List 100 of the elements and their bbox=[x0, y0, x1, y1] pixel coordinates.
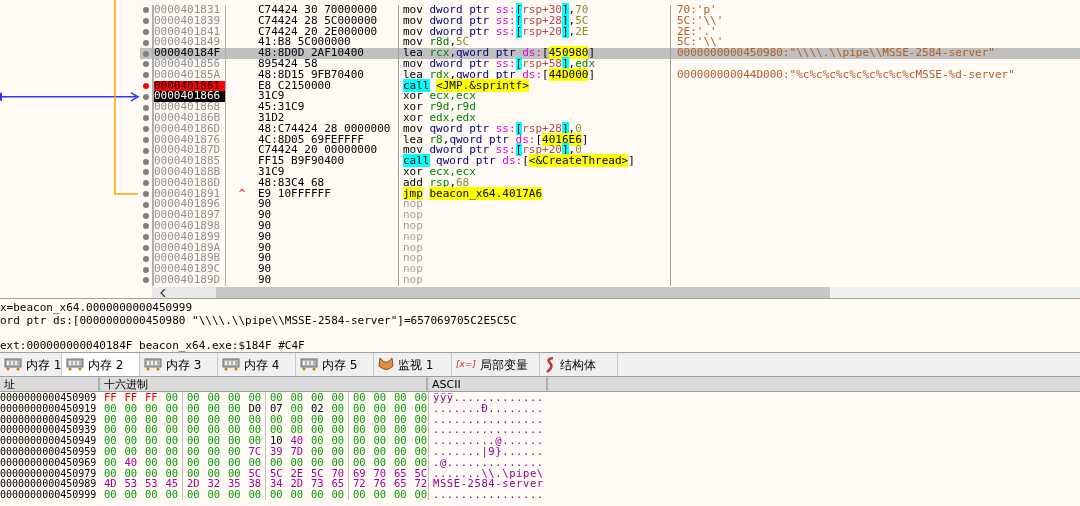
hex-byte: 00 bbox=[351, 413, 367, 425]
comment-text: 0000000000450980:"\\\\.\\pipe\\MSSE-2584-server" bbox=[677, 46, 995, 60]
hex-byte: 00 bbox=[206, 489, 222, 500]
address-text: 0000401831 bbox=[154, 5, 222, 16]
hex-byte: 00 bbox=[206, 424, 222, 436]
disasm-row[interactable]: 000040189C 90 nop bbox=[0, 264, 1080, 275]
column-header[interactable]: ASCII bbox=[428, 377, 548, 391]
hex-byte: 00 bbox=[392, 392, 408, 403]
hex-byte: 00 bbox=[372, 435, 388, 446]
hex-byte: 00 bbox=[102, 467, 118, 479]
hex-byte: 00 bbox=[206, 435, 222, 446]
hex-byte: 70 bbox=[372, 467, 388, 479]
instruction-text: nop bbox=[403, 199, 423, 211]
hex-byte: 00 bbox=[143, 467, 159, 479]
hex-byte: 00 bbox=[413, 402, 429, 414]
hex-byte: 40 bbox=[289, 435, 305, 446]
memory-icon bbox=[4, 358, 22, 371]
hex-byte: 00 bbox=[226, 456, 242, 468]
address-text: 000040189B bbox=[154, 253, 222, 265]
dump-address: 0000000000450949 bbox=[0, 435, 97, 447]
ascii-text: MSSE-2584-server bbox=[433, 477, 544, 490]
hex-byte: 00 bbox=[164, 489, 180, 500]
disasm-row[interactable]: 0000401891 ^ E9 10FFFFFF jmp beacon_x64.4017A6 bbox=[0, 188, 1080, 200]
hex-byte: 00 bbox=[102, 402, 118, 414]
hex-byte: 00 bbox=[413, 413, 429, 425]
instruction-text: mov r8d,5C bbox=[403, 37, 470, 49]
hex-byte: 00 bbox=[164, 435, 180, 446]
hex-byte: 00 bbox=[185, 392, 201, 403]
hex-byte: 00 bbox=[351, 424, 367, 436]
cat-icon bbox=[378, 357, 394, 372]
disasm-row[interactable]: 0000401868 45:31C9 xor r9d,r9d bbox=[0, 102, 1080, 113]
hex-byte: 00 bbox=[330, 402, 346, 414]
address-text: 000040186D bbox=[154, 123, 222, 135]
ascii-text: .........@...... bbox=[433, 434, 544, 447]
disasm-row[interactable]: 000040188B 31C9 xor ecx,ecx bbox=[0, 166, 1080, 178]
hex-byte: 00 bbox=[372, 456, 388, 468]
hex-byte: 00 bbox=[185, 424, 201, 436]
hex-byte: 32 bbox=[206, 478, 222, 490]
address-text: 000040185A bbox=[154, 69, 222, 81]
disasm-row[interactable]: 000040184F 48:8D0D 2AF10400 lea rcx,qword ptr ds:[450980] 0000000000450980:"\\\\.\\pipe\\MSSE-2584-server" bbox=[0, 48, 1080, 59]
address-text: 000040188D bbox=[154, 177, 222, 189]
hex-byte: 40 bbox=[123, 456, 139, 468]
bytes-text: 90 bbox=[258, 220, 272, 232]
comment-text: 2E:'.' bbox=[677, 24, 717, 38]
hex-byte: 00 bbox=[392, 489, 408, 500]
disasm-row[interactable]: 0000401899 90 nop bbox=[0, 231, 1080, 243]
memory-tab[interactable]: 内存 2 bbox=[62, 353, 140, 376]
jump-marker: ^ bbox=[238, 188, 246, 200]
bytes-text: 895424 58 bbox=[258, 59, 318, 70]
column-header[interactable]: 十六进制 bbox=[100, 377, 428, 391]
ascii-text: .......|9}...... bbox=[433, 445, 544, 457]
instruction-text: nop bbox=[403, 231, 423, 243]
bytes-text: 31D2 bbox=[258, 112, 285, 124]
instruction-text: lea rdx,qword ptr ds:[44D000] bbox=[403, 69, 596, 81]
hex-byte: 00 bbox=[289, 402, 305, 414]
instruction-text: add rsp,68 bbox=[403, 177, 470, 189]
instruction-text: xor edx,edx bbox=[403, 112, 476, 124]
hex-byte: 2E bbox=[289, 467, 305, 479]
hex-byte: 00 bbox=[247, 392, 263, 403]
hex-byte: 00 bbox=[392, 424, 408, 436]
memory-icon bbox=[144, 358, 162, 371]
hex-byte: 00 bbox=[392, 402, 408, 414]
disasm-row[interactable]: 0000401861 E8 C2150000 call <JMP.&sprintf> bbox=[0, 80, 1080, 92]
hex-byte: 45 bbox=[164, 478, 180, 490]
hex-byte: 65 bbox=[330, 478, 346, 490]
dump-address: 0000000000450969 bbox=[0, 456, 97, 468]
disasm-row[interactable]: 0000401885 FF15 B9F90400 call qword ptr ds:[<&CreateThread>] bbox=[0, 156, 1080, 167]
hex-byte: 00 bbox=[372, 402, 388, 414]
address-text: 0000401876 bbox=[154, 134, 222, 146]
bytes-text: C74424 20 2E000000 bbox=[258, 26, 378, 38]
address-text: 0000401896 bbox=[154, 199, 222, 211]
bytes-text: E8 C2150000 bbox=[258, 80, 331, 92]
hex-byte: 00 bbox=[143, 435, 159, 446]
disasm-row[interactable]: 0000401898 90 nop bbox=[0, 220, 1080, 232]
hex-byte: 00 bbox=[289, 392, 305, 403]
chevron-left-icon[interactable] bbox=[160, 288, 166, 297]
hex-byte: 00 bbox=[185, 413, 201, 425]
address-text: 0000401885 bbox=[154, 156, 222, 167]
hex-byte: 00 bbox=[413, 392, 429, 403]
hex-byte: 35 bbox=[226, 478, 242, 490]
hex-byte: 00 bbox=[268, 424, 284, 436]
dump-address: 0000000000450959 bbox=[0, 446, 97, 457]
column-header[interactable]: 址 bbox=[0, 377, 100, 391]
dump-address: 0000000000450919 bbox=[0, 402, 97, 414]
ascii-text: ................ bbox=[433, 488, 544, 501]
hex-byte: 00 bbox=[226, 402, 242, 414]
instruction-text: call qword ptr ds:[<&CreateThread>] bbox=[403, 156, 635, 167]
hex-byte: 00 bbox=[413, 424, 429, 436]
memory-icon bbox=[300, 358, 318, 371]
hex-byte: 00 bbox=[143, 424, 159, 436]
disasm-row[interactable]: 000040189D 90 nop bbox=[0, 274, 1080, 286]
bytes-text: 90 bbox=[258, 242, 272, 254]
instruction-text: nop bbox=[403, 274, 423, 286]
instruction-text: xor ecx,ecx bbox=[403, 91, 476, 103]
bytes-text: C74424 28 5C000000 bbox=[258, 15, 378, 27]
dump-address: 0000000000450909 bbox=[0, 392, 97, 403]
hex-byte: 00 bbox=[268, 413, 284, 425]
disasm-row[interactable]: 0000401897 90 nop bbox=[0, 210, 1080, 221]
hex-byte: 00 bbox=[164, 446, 180, 457]
disasm-row[interactable]: 000040186B 31D2 xor edx,edx bbox=[0, 112, 1080, 124]
